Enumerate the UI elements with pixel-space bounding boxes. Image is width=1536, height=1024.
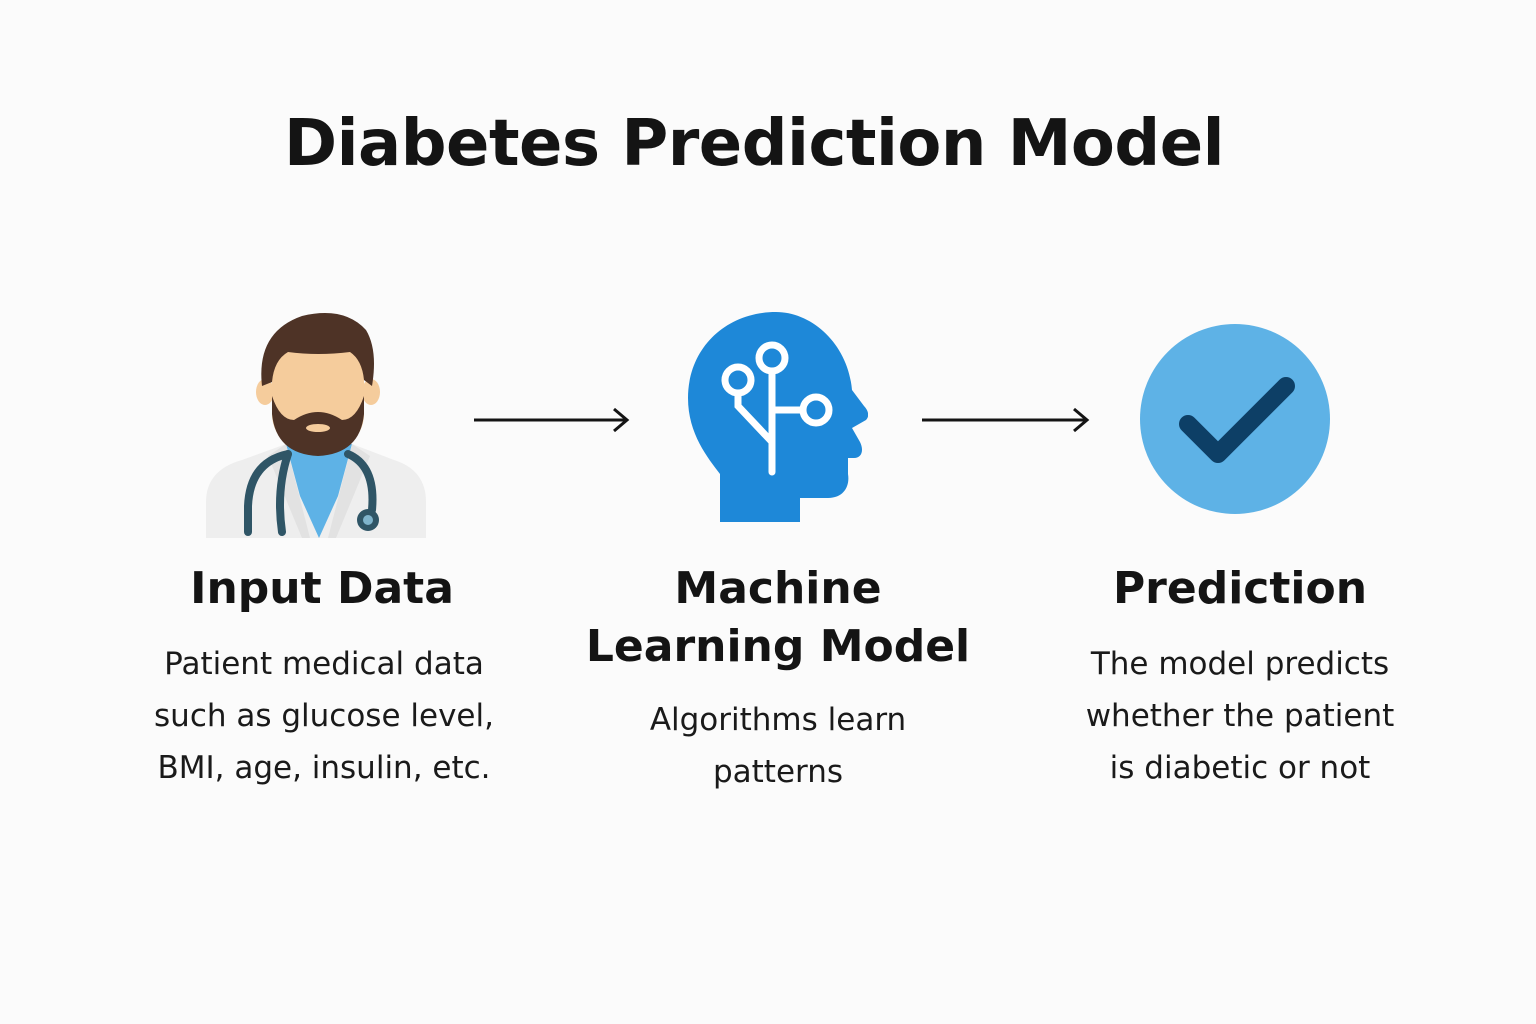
check-circle-icon	[1140, 324, 1330, 514]
step-description-prediction: The model predicts whether the patient i…	[1085, 646, 1395, 786]
arrow-right-icon	[474, 407, 630, 433]
brain-network-icon	[688, 312, 868, 522]
step-title-prediction: Prediction	[1112, 563, 1368, 614]
step-description-input-data: Patient medical data such as glucose lev…	[154, 646, 494, 786]
doctor-icon	[206, 313, 426, 538]
arrow-right-icon	[922, 407, 1090, 433]
step-title-input-data: Input Data	[190, 563, 454, 614]
diagram-title: Diabetes Prediction Model	[283, 107, 1225, 181]
step-title-machine-learning-model: Machine Learning Model	[585, 563, 971, 672]
step-description-machine-learning-model: Algorithms learn patterns	[649, 702, 907, 790]
